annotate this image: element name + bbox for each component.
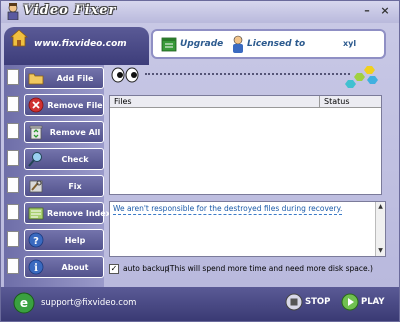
- fix-tools-icon: [29, 180, 43, 193]
- stop-icon: [285, 293, 303, 311]
- fix-button[interactable]: Fix: [24, 175, 104, 197]
- remove-file-label: Remove File: [47, 101, 103, 110]
- auto-backup-note: (This will spend more time and need more…: [167, 264, 373, 273]
- remove-index-icon: [28, 207, 44, 220]
- support-email-link[interactable]: support@fixvideo.com: [41, 298, 136, 308]
- add-file-label: Add File: [56, 74, 94, 83]
- eyes-icon: [111, 67, 139, 83]
- license-panel: Upgrade Licensed to xyl: [151, 29, 386, 59]
- column-header-status[interactable]: Status: [320, 96, 381, 107]
- upgrade-link[interactable]: Upgrade: [180, 39, 223, 49]
- stop-label: STOP: [305, 297, 331, 307]
- add-file-button[interactable]: Add File: [24, 67, 104, 89]
- remove-all-label: Remove All: [49, 128, 101, 137]
- licensed-to-label: Licensed to: [247, 39, 306, 49]
- play-label: PLAY: [361, 297, 385, 307]
- help-button[interactable]: ? Help: [24, 229, 104, 251]
- sidebar-item-about: i About: [6, 256, 104, 278]
- home-icon: [10, 29, 28, 47]
- footer-bar: e support@fixvideo.com STOP PLAY: [1, 287, 399, 321]
- support-email-icon: e: [13, 292, 35, 314]
- play-button[interactable]: PLAY: [341, 291, 389, 313]
- page-icon: [7, 177, 19, 193]
- sidebar-item-remove-all: Remove All: [6, 121, 104, 143]
- about-button[interactable]: i About: [24, 256, 104, 278]
- site-url-link[interactable]: www.fixvideo.com: [34, 39, 127, 49]
- page-icon: [7, 150, 19, 166]
- recycle-bin-icon: [29, 125, 43, 140]
- sidebar-item-check: Check: [6, 148, 104, 170]
- info-icon: i: [28, 259, 44, 275]
- help-icon: ?: [28, 232, 44, 248]
- file-list-table[interactable]: Files Status: [109, 95, 382, 195]
- page-icon: [7, 96, 19, 112]
- sidebar: Add File Remove File Remove All Check Fi…: [4, 65, 111, 287]
- about-label: About: [61, 263, 89, 272]
- log-textarea[interactable]: We aren't responsible for the destroyed …: [109, 201, 386, 257]
- check-label: Check: [61, 155, 89, 164]
- app-title: Video Fixer: [23, 3, 117, 18]
- hexagons-icon: [345, 66, 378, 88]
- sidebar-item-add-file: Add File: [6, 67, 104, 89]
- fix-label: Fix: [68, 182, 82, 191]
- log-scrollbar[interactable]: ▲ ▼: [375, 202, 385, 256]
- page-icon: [7, 231, 19, 247]
- title-bar[interactable]: Video Fixer – ×: [1, 1, 399, 23]
- close-button[interactable]: ×: [379, 5, 391, 17]
- page-icon: [7, 69, 19, 85]
- header-band: www.fixvideo.com Upgrade Licensed to xyl: [1, 23, 399, 65]
- licensed-user: xyl: [343, 39, 357, 48]
- svg-text:i: i: [34, 263, 38, 274]
- help-label: Help: [64, 236, 86, 245]
- folder-open-icon: [28, 73, 44, 85]
- scroll-up-icon[interactable]: ▲: [377, 203, 384, 211]
- sidebar-item-remove-index: Remove Index: [6, 202, 111, 224]
- stop-button[interactable]: STOP: [285, 291, 333, 313]
- user-icon: [233, 35, 243, 53]
- sidebar-item-fix: Fix: [6, 175, 104, 197]
- check-magnifier-icon: [28, 152, 42, 167]
- page-icon: [7, 123, 19, 139]
- app-logo-icon: [7, 3, 19, 20]
- remove-all-button[interactable]: Remove All: [24, 121, 104, 143]
- page-icon: [7, 258, 19, 274]
- table-header: Files Status: [110, 96, 381, 108]
- dotted-divider: [145, 73, 350, 75]
- remove-index-label: Remove Index: [47, 209, 111, 218]
- remove-file-button[interactable]: Remove File: [24, 94, 104, 116]
- remove-index-button[interactable]: Remove Index: [24, 202, 111, 224]
- app-window: Video Fixer – × www.fixvideo.com Upgrade: [0, 0, 400, 322]
- auto-backup-checkbox[interactable]: ✓: [109, 264, 119, 274]
- svg-text:e: e: [20, 296, 28, 310]
- play-icon: [341, 293, 359, 311]
- scroll-down-icon[interactable]: ▼: [377, 247, 384, 255]
- svg-text:?: ?: [33, 236, 39, 247]
- minimize-button[interactable]: –: [361, 5, 373, 17]
- log-message: We aren't responsible for the destroyed …: [113, 204, 343, 215]
- check-button[interactable]: Check: [24, 148, 104, 170]
- sidebar-item-help: ? Help: [6, 229, 104, 251]
- page-icon: [7, 204, 19, 220]
- auto-backup-label[interactable]: auto backup: [123, 264, 169, 273]
- upgrade-icon[interactable]: [161, 36, 177, 52]
- home-tab[interactable]: www.fixvideo.com: [4, 27, 149, 65]
- remove-icon: [28, 97, 44, 113]
- column-header-files[interactable]: Files: [110, 96, 320, 107]
- sidebar-item-remove-file: Remove File: [6, 94, 104, 116]
